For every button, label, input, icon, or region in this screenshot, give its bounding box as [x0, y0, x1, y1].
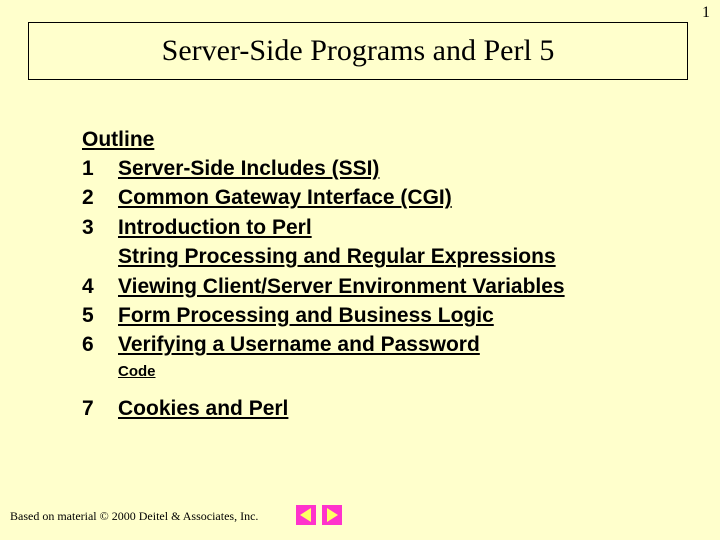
- outline-item: 2 Common Gateway Interface (CGI): [82, 183, 662, 212]
- nav-arrows: [296, 505, 342, 530]
- outline-num: 4: [82, 272, 118, 301]
- outline-num: 6: [82, 330, 118, 359]
- outline-num: [82, 242, 118, 271]
- footer-copyright: Based on material © 2000 Deitel & Associ…: [10, 509, 258, 524]
- outline-num: 3: [82, 213, 118, 242]
- prev-arrow-icon[interactable]: [296, 505, 316, 530]
- outline-label: Server-Side Includes (SSI): [118, 154, 379, 183]
- outline-item: 3 Introduction to Perl: [82, 213, 662, 242]
- outline-item: 6 Verifying a Username and Password: [82, 330, 662, 359]
- page-number: 1: [702, 4, 710, 22]
- outline-item: String Processing and Regular Expression…: [82, 242, 662, 271]
- outline-label: Introduction to Perl: [118, 213, 312, 242]
- outline-block: Outline 1 Server-Side Includes (SSI) 2 C…: [82, 128, 662, 423]
- outline-label: Cookies and Perl: [118, 394, 288, 423]
- outline-label: Form Processing and Business Logic: [118, 301, 494, 330]
- outline-label: Common Gateway Interface (CGI): [118, 183, 452, 212]
- outline-label: String Processing and Regular Expression…: [118, 242, 556, 271]
- outline-label: Verifying a Username and Password: [118, 330, 480, 359]
- outline-item: 1 Server-Side Includes (SSI): [82, 154, 662, 183]
- outline-num: 1: [82, 154, 118, 183]
- outline-num: 2: [82, 183, 118, 212]
- outline-heading: Outline: [82, 128, 662, 152]
- outline-label: Viewing Client/Server Environment Variab…: [118, 272, 565, 301]
- outline-item: 5 Form Processing and Business Logic: [82, 301, 662, 330]
- title-box: Server-Side Programs and Perl 5: [28, 22, 688, 80]
- outline-num: 7: [82, 394, 118, 423]
- outline-item: 7 Cookies and Perl: [82, 394, 662, 423]
- outline-subitem: Code: [118, 360, 662, 384]
- next-arrow-icon[interactable]: [322, 505, 342, 530]
- outline-item: 4 Viewing Client/Server Environment Vari…: [82, 272, 662, 301]
- outline-num: 5: [82, 301, 118, 330]
- slide-title: Server-Side Programs and Perl 5: [162, 34, 555, 68]
